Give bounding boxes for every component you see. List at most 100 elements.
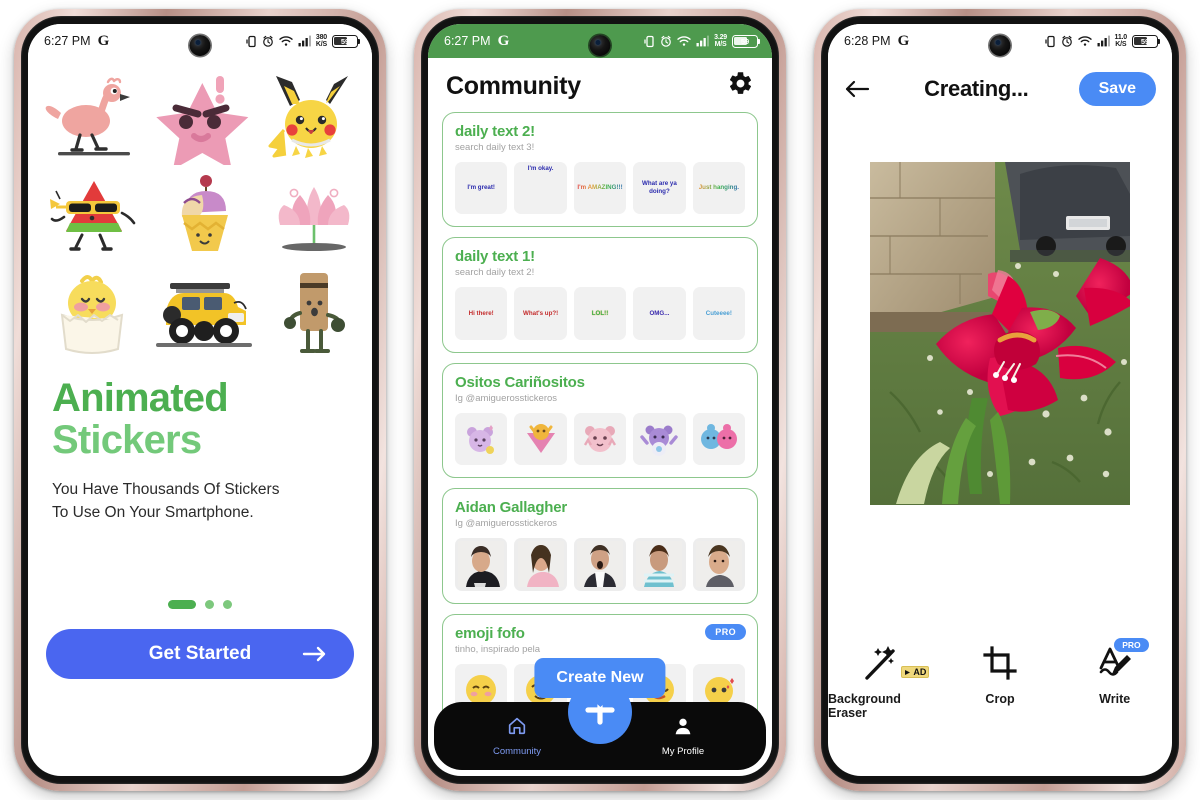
network-speed-indicator: 3.29 M/S [714, 33, 727, 49]
page-title: Community [446, 71, 581, 100]
sticker-pikachu [264, 70, 364, 165]
vibrate-icon [1044, 35, 1056, 48]
pack-title: Ositos Cariñositos [455, 373, 585, 391]
sticker-thumb[interactable]: Hi there! [455, 287, 508, 340]
tool-label: Background Eraser [828, 692, 901, 720]
person-icon [672, 715, 694, 742]
pack-subtitle: search daily text 2! [455, 267, 535, 279]
cellular-signal-icon [1097, 35, 1110, 47]
dot-1[interactable] [168, 600, 196, 610]
ad-label: AD [913, 667, 927, 677]
sticker-thumb[interactable]: Just hanging. [692, 162, 746, 215]
sticker-hatching-chick [44, 265, 144, 360]
status-time: 6:27 PM [444, 34, 491, 48]
pack-card[interactable]: daily text 1! search daily text 2! Hi th… [442, 237, 758, 353]
sticker-lotus-flower [264, 169, 364, 261]
flower-photo [870, 161, 1130, 505]
phone-3-editor: 6:28 PM G 11.0 K/S 59 Creating... Save A… [814, 9, 1186, 791]
pack-card[interactable]: Ositos Cariñositos Ig @amiguerosstickero… [442, 362, 758, 479]
pack-card[interactable]: Aidan Gallagher Ig @amiguerosstickeros [442, 488, 758, 604]
sticker-thumb[interactable] [573, 412, 627, 466]
gear-icon[interactable] [727, 70, 754, 102]
wifi-icon [677, 35, 691, 47]
page-indicator-dots[interactable] [28, 600, 372, 610]
transparency-checkerboard[interactable] [870, 161, 1130, 505]
cellular-signal-icon [696, 35, 710, 47]
status-left-1: 6:27 PM G [44, 33, 109, 50]
pack-subtitle: Ig @amiguerosstickeros [455, 518, 558, 530]
arrow-left-icon[interactable] [844, 79, 874, 99]
dot-2[interactable] [205, 600, 214, 610]
phone-3-screen: 6:28 PM G 11.0 K/S 59 Creating... Save A… [828, 24, 1172, 776]
phone-1-bezel: 6:27 PM G 380 K/S 59 Animated Stickers Y… [21, 16, 379, 784]
sticker-thumb[interactable]: I'm AMAZING!!! [573, 162, 627, 215]
page-title: Animated Stickers [52, 377, 348, 461]
alarm-icon [660, 35, 672, 48]
sticker-thumb[interactable] [633, 412, 686, 466]
sticker-thumb[interactable] [514, 412, 567, 466]
front-camera-punch-hole [189, 35, 211, 56]
editor-canvas-area[interactable] [828, 138, 1172, 528]
sticker-thumb[interactable] [633, 538, 686, 591]
phone-2-community: 6:27 PM G 3.29 M/S 59 Community daily te… [414, 9, 786, 791]
ad-chip: AD [901, 666, 930, 678]
sticker-thumb[interactable]: I'm great! [455, 162, 508, 215]
sticker-thumb[interactable] [692, 412, 746, 466]
sticker-thumb[interactable]: LOL!! [573, 287, 627, 340]
editor-header: Creating... Save [828, 58, 1172, 116]
tool-background-eraser[interactable]: AD Background Eraser [828, 640, 943, 720]
front-camera-punch-hole [589, 35, 611, 56]
sticker-thumb[interactable]: What's up?! [514, 287, 567, 340]
dot-3[interactable] [223, 600, 232, 610]
get-started-button[interactable]: Get Started [46, 629, 354, 680]
status-left-2: 6:27 PM G [444, 33, 509, 50]
nav-label-my-profile: My Profile [661, 746, 705, 757]
bottom-navigation-bar: Community My Profile [434, 680, 766, 770]
pack-card[interactable]: daily text 2! search daily text 3! I'm g… [442, 112, 758, 228]
onboarding-copy: Animated Stickers You Have Thousands Of … [28, 358, 372, 524]
sticker-thumb[interactable] [692, 538, 746, 591]
google-icon: G [97, 32, 110, 49]
sticker-angry-star [148, 70, 260, 165]
pack-title: Aidan Gallagher [455, 499, 568, 517]
sticker-thumb[interactable]: Cuteeee! [692, 287, 746, 340]
sticker-thumb[interactable]: What are ya doing? [633, 162, 686, 215]
page-title: Creating... [924, 76, 1029, 101]
tool-crop[interactable]: Crop [943, 640, 1058, 720]
pack-thumbnails [455, 538, 746, 591]
pack-title: daily text 1! [455, 248, 535, 266]
sticker-offroad-truck [148, 265, 260, 360]
status-right-1: 380 K/S 59 [246, 34, 361, 49]
pack-subtitle: Ig @amiguerosstickeros [455, 392, 558, 404]
pack-thumbnails: Hi there! What's up?! LOL!! OMG... Cutee… [455, 287, 746, 340]
vibrate-icon [246, 35, 257, 48]
sticker-thumb[interactable] [455, 412, 508, 466]
pack-subtitle: tinho, inspirado pela [455, 643, 541, 655]
battery-icon: 59 [1132, 34, 1161, 48]
sticker-thumb[interactable]: OMG... [633, 287, 686, 340]
front-camera-punch-hole [989, 35, 1011, 56]
save-button[interactable]: Save [1078, 72, 1156, 106]
pack-thumbnails [455, 412, 746, 466]
battery-icon: 59 [732, 34, 761, 48]
status-left-3: 6:28 PM G [844, 33, 909, 50]
cellular-signal-icon [298, 35, 311, 47]
onboarding-subtitle: You Have Thousands Of Stickers To Use On… [52, 481, 280, 521]
crop-icon [983, 640, 1017, 682]
tool-label: Crop [985, 692, 1015, 706]
sticker-thumb[interactable] [455, 538, 508, 591]
status-right-2: 3.29 M/S 59 [644, 33, 761, 49]
community-header: Community [428, 58, 772, 112]
create-new-tooltip[interactable]: Create New [534, 658, 666, 698]
nav-label-community: Community [492, 746, 542, 757]
pro-badge: PRO [705, 623, 746, 640]
phone-3-bezel: 6:28 PM G 11.0 K/S 59 Creating... Save A… [821, 16, 1179, 784]
vibrate-icon [644, 35, 655, 48]
sticker-thumb[interactable]: I'm okay. [514, 162, 567, 215]
pack-list[interactable]: daily text 2! search daily text 3! I'm g… [428, 112, 772, 730]
home-icon [506, 715, 528, 742]
sticker-thumb[interactable] [573, 538, 627, 591]
tool-write[interactable]: PRO Write [1057, 638, 1172, 720]
sticker-thumb[interactable] [514, 538, 567, 591]
sticker-watermelon-sunglasses [44, 169, 144, 261]
